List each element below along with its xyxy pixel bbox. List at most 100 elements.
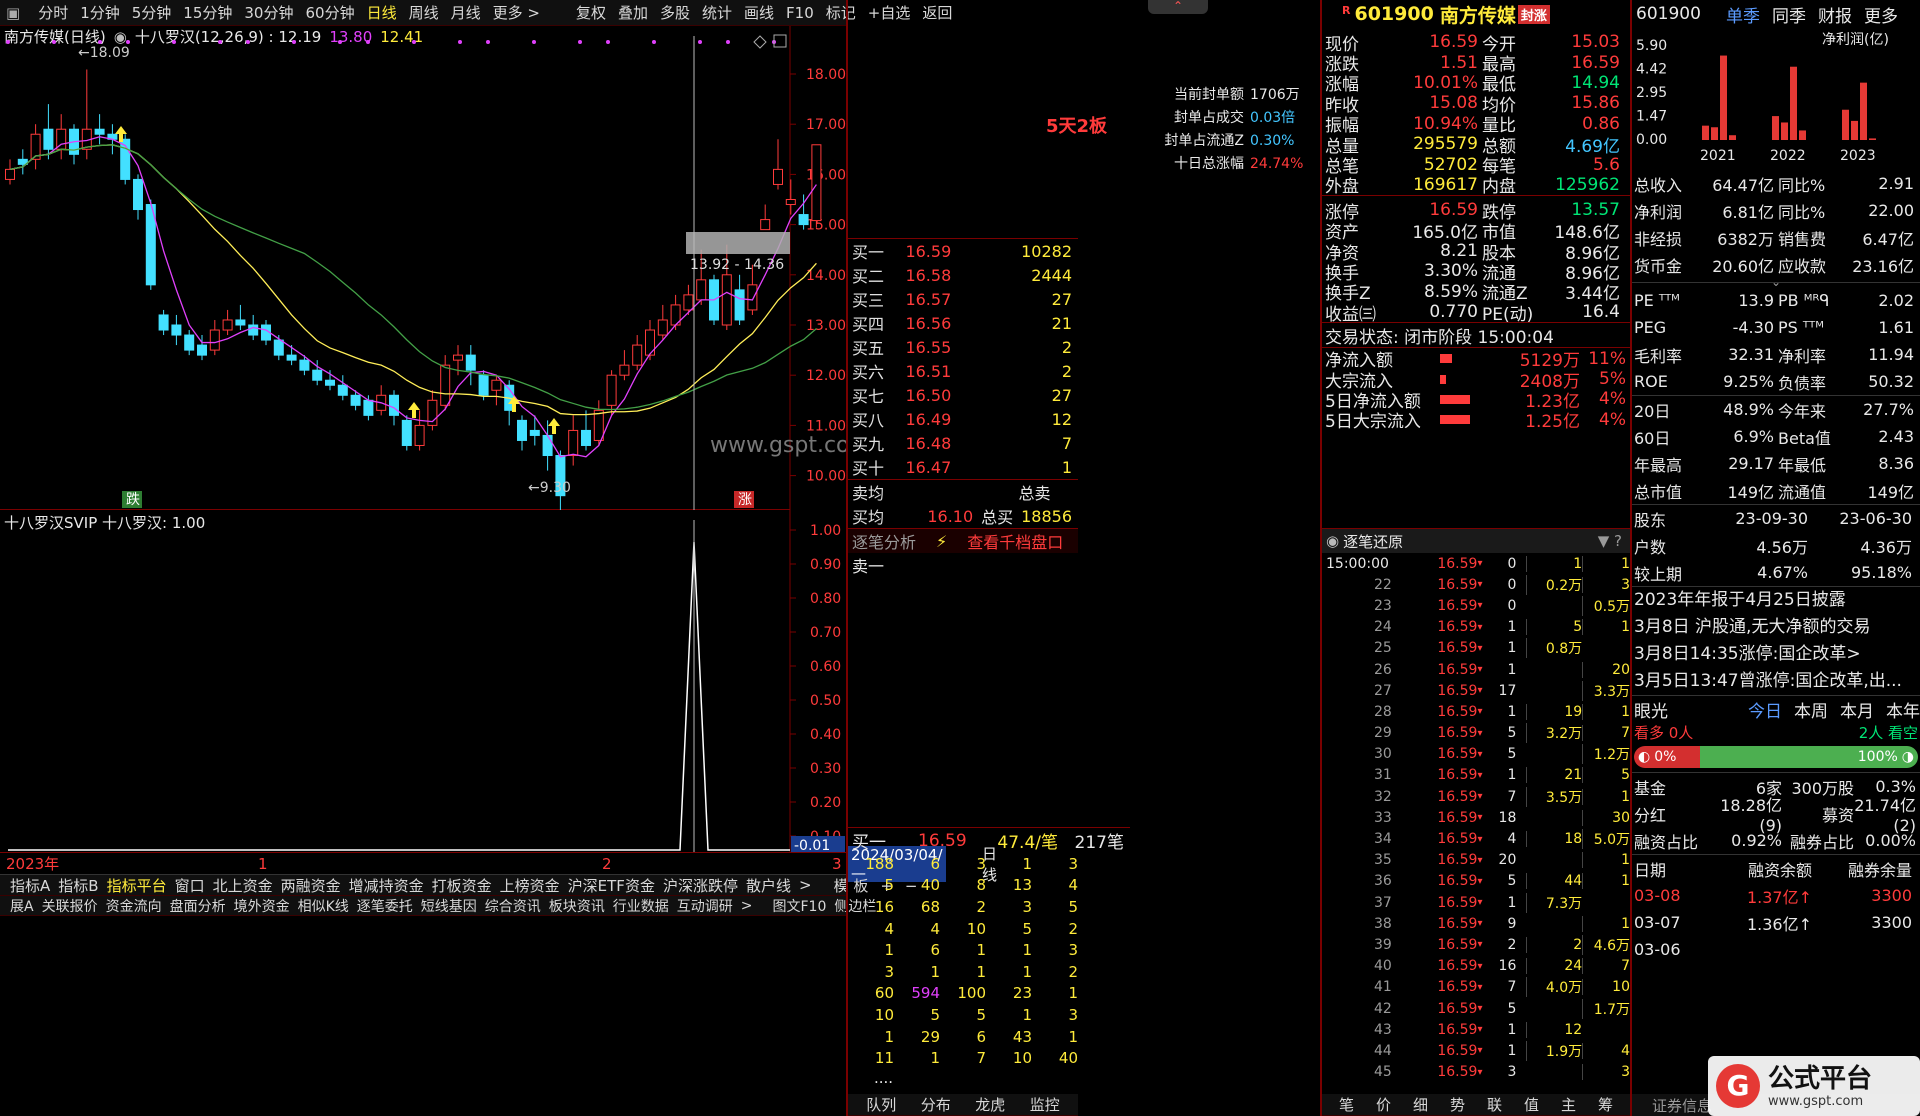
tab-detail-4[interactable]: 联 bbox=[1481, 1094, 1508, 1115]
kline-panel[interactable]: 南方传媒(日线) ◉ 十八罗汉(12,26,9) : 12.19 13.80 1… bbox=[0, 26, 846, 510]
news-item[interactable]: 2023年年报于4月25日披露 bbox=[1632, 587, 1920, 614]
trade-col4: 4.0万 bbox=[1526, 977, 1582, 998]
tab-indicator-8[interactable]: 上榜资金 bbox=[496, 875, 564, 896]
tab-info-1[interactable]: 关联报价 bbox=[38, 896, 102, 916]
tab-info-6[interactable]: 逐笔委托 bbox=[353, 896, 417, 916]
tab-detail-5[interactable]: 值 bbox=[1518, 1094, 1545, 1115]
tool-button-1[interactable]: 叠加 bbox=[612, 2, 654, 23]
tab-indicator-10[interactable]: 沪深涨跌停 bbox=[659, 875, 742, 896]
tick-grid-row: 16113 bbox=[848, 939, 1130, 961]
tick-cell: 68 bbox=[920, 897, 940, 916]
f10-value: 6.81亿 bbox=[1722, 202, 1774, 222]
tab-period-9[interactable]: 更多 > bbox=[487, 2, 546, 23]
tab-f10-0[interactable]: 单季 bbox=[1726, 2, 1760, 27]
tab-indicator-0[interactable]: 指标A bbox=[6, 875, 54, 896]
tab-queue-0[interactable]: 队列 bbox=[860, 1094, 902, 1115]
tab-detail-7[interactable]: 筹 bbox=[1592, 1094, 1619, 1115]
tab-indicator-5[interactable]: 两融资金 bbox=[277, 875, 345, 896]
tab-indicator-11[interactable]: 散户线 bbox=[742, 875, 795, 896]
tab-period-8[interactable]: 月线 bbox=[445, 2, 487, 23]
tab-eye-3[interactable]: 本年 bbox=[1886, 697, 1920, 722]
tab-f10-1[interactable]: 同季 bbox=[1772, 2, 1806, 27]
collapse-arrow-icon[interactable]: ⌃ bbox=[1148, 0, 1208, 14]
holder-row: 较上期 4.67% 95.18% bbox=[1632, 559, 1920, 586]
bid-volume: 21 bbox=[1051, 313, 1072, 333]
tab-period-7[interactable]: 周线 bbox=[403, 2, 445, 23]
tab-indicator-7[interactable]: 打板资金 bbox=[428, 875, 496, 896]
trade-row: 41 16.59 ▾ 7 4.0万 10 bbox=[1322, 977, 1630, 998]
tab-eye-0[interactable]: 今日 bbox=[1748, 697, 1782, 722]
tab-info-9[interactable]: 板块资讯 bbox=[545, 896, 609, 916]
candle bbox=[389, 394, 399, 416]
tool-button-2[interactable]: 多股 bbox=[654, 2, 696, 23]
tab-queue-1[interactable]: 分布 bbox=[915, 1094, 957, 1115]
thumb-down-icon[interactable]: ◑ bbox=[1902, 749, 1914, 765]
y-tick-label: 0.70 bbox=[810, 625, 841, 641]
menu-icon[interactable]: ▣ bbox=[0, 4, 26, 22]
tool-button-3[interactable]: 统计 bbox=[696, 2, 738, 23]
tab-indicator-1[interactable]: 指标B bbox=[54, 875, 102, 896]
tab-securities-info[interactable]: 证券信息 bbox=[1632, 1095, 1712, 1116]
tab-depth[interactable]: 查看千档盘口 bbox=[967, 529, 1063, 553]
tab-info-3[interactable]: 盘面分析 bbox=[166, 896, 230, 916]
tab-period-0[interactable]: 分时 bbox=[32, 2, 74, 23]
tab-period-2[interactable]: 5分钟 bbox=[126, 2, 178, 23]
tab-detail-6[interactable]: 主 bbox=[1555, 1094, 1582, 1115]
indicator-panel[interactable]: 十八罗汉SVIP 十八罗汉: 1.00 1.00 0.90 0.80 0.70 0.60… bbox=[0, 510, 846, 854]
filter-icon[interactable]: ▼ ? bbox=[1598, 532, 1630, 550]
news-item[interactable]: 3月8日 沪股通,无大净额的交易 bbox=[1632, 614, 1920, 641]
trade-col4: 0.8万 bbox=[1526, 638, 1582, 659]
tab-info-5[interactable]: 相似K线 bbox=[294, 896, 353, 916]
tab-info-8[interactable]: 综合资讯 bbox=[481, 896, 545, 916]
tab-detail-2[interactable]: 细 bbox=[1407, 1094, 1434, 1115]
tab-detail-3[interactable]: 势 bbox=[1444, 1094, 1471, 1115]
tab-queue-2[interactable]: 龙虎 bbox=[969, 1094, 1011, 1115]
tab-info-7[interactable]: 短线基因 bbox=[417, 896, 481, 916]
collapse-icon[interactable]: ◉ bbox=[1322, 532, 1343, 550]
thumb-up-icon[interactable]: ◐ bbox=[1638, 749, 1650, 765]
f10-label: 20日 bbox=[1634, 401, 1671, 421]
tab-period-5[interactable]: 60分钟 bbox=[299, 2, 360, 23]
axis-month-1: 1 bbox=[258, 854, 268, 873]
tab-indicator-3[interactable]: 窗口 bbox=[171, 875, 209, 896]
tab-info-2[interactable]: 资金流向 bbox=[102, 896, 166, 916]
tab-eye-1[interactable]: 本周 bbox=[1794, 697, 1828, 722]
tab-indicator-2[interactable]: 指标平台 bbox=[103, 875, 171, 896]
tab-tick-analysis[interactable]: 逐笔分析 bbox=[848, 529, 916, 553]
tab-info-12[interactable]: > bbox=[737, 898, 757, 914]
tool-button-0[interactable]: 复权 bbox=[570, 2, 612, 23]
tab-indicator-4[interactable]: 北上资金 bbox=[209, 875, 277, 896]
tab-info-0[interactable]: 展A bbox=[6, 896, 38, 916]
tab-f10-2[interactable]: 财报 bbox=[1818, 2, 1852, 27]
tab-indicator-6[interactable]: 增减持资金 bbox=[345, 875, 428, 896]
bid-row: 买七 16.50 27 bbox=[848, 383, 1078, 407]
high-label: ←18.09 bbox=[78, 45, 130, 61]
tab-detail-1[interactable]: 价 bbox=[1370, 1094, 1397, 1115]
tab-indicator-9[interactable]: 沪深ETF资金 bbox=[564, 875, 659, 896]
tab-f10-3[interactable]: 更多 bbox=[1864, 2, 1898, 27]
tool-3[interactable]: 图文F10 bbox=[769, 899, 831, 915]
news-item[interactable]: 3月5日13:47曾涨停:国企改革,出... bbox=[1632, 668, 1920, 695]
trade-row: 23 16.59 ▾ 0 0.5万 bbox=[1322, 595, 1630, 616]
f10-label: 总市值 bbox=[1634, 482, 1683, 502]
tab-info-10[interactable]: 行业数据 bbox=[609, 896, 673, 916]
flow-pct: 4% bbox=[1599, 409, 1626, 430]
tab-period-4[interactable]: 30分钟 bbox=[238, 2, 299, 23]
tab-info-11[interactable]: 互动调研 bbox=[673, 896, 737, 916]
tab-eye-2[interactable]: 本月 bbox=[1840, 697, 1874, 722]
tool-button-4[interactable]: 画线 bbox=[738, 2, 780, 23]
tab-period-1[interactable]: 1分钟 bbox=[74, 2, 126, 23]
tab-detail-0[interactable]: 笔 bbox=[1333, 1094, 1360, 1115]
tab-queue-3[interactable]: 监控 bbox=[1024, 1094, 1066, 1115]
bull-count: 看多 0人 bbox=[1634, 723, 1694, 742]
trade-volume: 2 bbox=[1507, 936, 1517, 953]
x-tick-label: 2021 bbox=[1700, 148, 1736, 164]
news-item[interactable]: 3月8日14:35涨停:国企改革> bbox=[1632, 641, 1920, 668]
tick-cell: 13 bbox=[1012, 876, 1032, 895]
tab-period-6[interactable]: 日线 bbox=[361, 2, 403, 23]
f10-label: PS ᵀᵀᴹ bbox=[1778, 318, 1824, 337]
tool-button-5[interactable]: F10 bbox=[780, 4, 820, 22]
tab-period-3[interactable]: 15分钟 bbox=[177, 2, 238, 23]
tab-info-4[interactable]: 境外资金 bbox=[230, 896, 294, 916]
tab-indicator-12[interactable]: > bbox=[795, 876, 816, 894]
